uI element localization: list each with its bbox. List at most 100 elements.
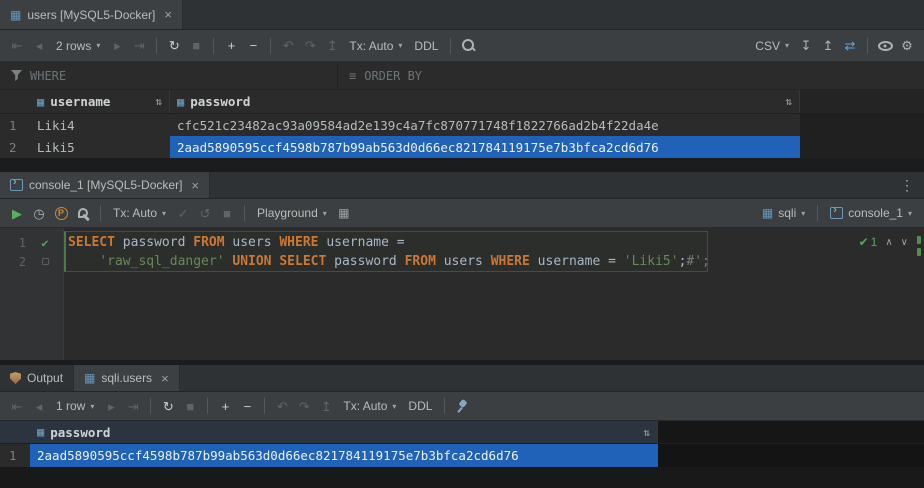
search-button[interactable] — [458, 36, 478, 56]
submit-button[interactable]: ↥ — [322, 36, 342, 56]
result-table-row[interactable]: 1 2aad5890595ccf4598b787b99ab563d0d66ec8… — [0, 444, 924, 467]
check-icon: ✔ — [859, 235, 869, 249]
ddl-label: DDL — [408, 399, 432, 413]
refresh-button[interactable]: ↻ — [158, 396, 178, 416]
table-row[interactable]: 2 Liki5 2aad5890595ccf4598b787b99ab563d0… — [0, 136, 924, 158]
cell-password[interactable]: cfc521c23482ac93a09584ad2e139c4a7fc87077… — [170, 114, 800, 136]
ide-window: ▦ users [MySQL5-Docker] × ⇤ ◂ 2 rows ▾ ▸… — [0, 0, 924, 488]
chevron-down-icon: ▾ — [908, 209, 912, 218]
add-row-button[interactable]: + — [221, 36, 241, 56]
commit-button[interactable]: ✓ — [173, 203, 193, 223]
history-button[interactable]: ◷ — [29, 203, 49, 223]
import-data-button[interactable]: ↥ — [818, 36, 838, 56]
stop-button[interactable]: ■ — [186, 36, 206, 56]
view-as-table-button[interactable]: ▦ — [334, 203, 354, 223]
console-tabbar: console_1 [MySQL5-Docker] × ⋮ — [0, 172, 924, 199]
line-number: 2 — [8, 255, 26, 269]
change-settings-button[interactable] — [73, 203, 93, 223]
tx-mode-dropdown[interactable]: Tx: Auto ▾ — [344, 36, 407, 56]
panel-splitter[interactable] — [0, 158, 924, 172]
empty-grid-area — [0, 467, 924, 488]
more-options-button[interactable]: ⋮ — [890, 172, 924, 198]
parameters-button[interactable] — [51, 203, 71, 223]
column-header-password[interactable]: ▦ password ⇅ — [30, 421, 658, 443]
tab-console-1[interactable]: console_1 [MySQL5-Docker] × — [0, 172, 210, 198]
row-count-dropdown[interactable]: 1 row ▾ — [51, 396, 99, 416]
cell-password-selected[interactable]: 2aad5890595ccf4598b787b99ab563d0d66ec821… — [170, 136, 800, 158]
column-header-password[interactable]: ▦ password ⇅ — [170, 90, 800, 113]
last-page-button[interactable]: ⇥ — [129, 36, 149, 56]
editor-line[interactable]: 1 ✔ SELECT password FROM users WHERE use… — [0, 233, 924, 252]
sort-lines-icon: ≡ — [349, 69, 356, 83]
tab-output[interactable]: Output — [0, 365, 74, 391]
add-row-button[interactable]: + — [215, 396, 235, 416]
console-icon — [830, 207, 843, 219]
prev-result-button[interactable]: ∧ — [885, 237, 892, 248]
sort-toggle-icon[interactable]: ⇅ — [155, 95, 162, 108]
ddl-button[interactable]: DDL — [409, 36, 443, 56]
tab-users-grid[interactable]: ▦ users [MySQL5-Docker] × — [0, 0, 183, 29]
parameters-icon — [55, 207, 68, 220]
playground-dropdown[interactable]: Playground ▾ — [252, 203, 332, 223]
session-dropdown[interactable]: console_1 ▾ — [825, 203, 917, 223]
console-icon — [10, 179, 23, 191]
close-icon[interactable]: × — [161, 371, 169, 386]
order-by-filter-field[interactable]: ≡ ORDER BY — [338, 62, 433, 89]
code-line[interactable]: 'raw_sql_danger' UNION SELECT password F… — [68, 254, 710, 269]
undo-button[interactable]: ↶ — [272, 396, 292, 416]
submit-button[interactable]: ↥ — [316, 396, 336, 416]
table-row[interactable]: 1 Liki4 cfc521c23482ac93a09584ad2e139c4a… — [0, 114, 924, 136]
sql-editor[interactable]: 1 ✔ SELECT password FROM users WHERE use… — [0, 228, 924, 360]
close-icon[interactable]: × — [164, 7, 172, 22]
delete-row-button[interactable]: − — [237, 396, 257, 416]
run-button[interactable]: ▶ — [7, 203, 27, 223]
view-options-button[interactable] — [875, 36, 895, 56]
sort-toggle-icon[interactable]: ⇅ — [785, 95, 792, 108]
console-toolbar: ▶ ◷ Tx: Auto ▾ ✓ ↺ ■ Playground ▾ ▦ ▦ sq… — [0, 199, 924, 228]
schema-dropdown[interactable]: ▦ sqli ▾ — [757, 203, 810, 223]
cell-value: 2aad5890595ccf4598b787b99ab563d0d66ec821… — [177, 140, 659, 155]
toolbar-separator — [270, 38, 271, 54]
stop-button[interactable]: ■ — [180, 396, 200, 416]
row-count-dropdown[interactable]: 2 rows ▾ — [51, 36, 105, 56]
redo-button[interactable]: ↷ — [300, 36, 320, 56]
error-stripe-mark[interactable] — [917, 236, 921, 244]
undo-button[interactable]: ↶ — [278, 36, 298, 56]
error-stripe-mark[interactable] — [917, 248, 921, 256]
code-line[interactable]: SELECT password FROM users WHERE usernam… — [68, 235, 405, 250]
editor-line[interactable]: 2 'raw_sql_danger' UNION SELECT password… — [0, 252, 924, 271]
next-page-button[interactable]: ▸ — [101, 396, 121, 416]
where-filter-field[interactable]: WHERE — [0, 62, 338, 89]
sort-toggle-icon[interactable]: ⇅ — [643, 426, 650, 439]
redo-button[interactable]: ↷ — [294, 396, 314, 416]
rollback-button[interactable]: ↺ — [195, 203, 215, 223]
pin-tab-button[interactable] — [452, 396, 472, 416]
prev-page-button[interactable]: ◂ — [29, 396, 49, 416]
last-page-button[interactable]: ⇥ — [123, 396, 143, 416]
close-icon[interactable]: × — [191, 178, 199, 193]
export-format-dropdown[interactable]: CSV ▾ — [750, 36, 794, 56]
ddl-button[interactable]: DDL — [403, 396, 437, 416]
tab-sqli-users[interactable]: ▦ sqli.users × — [74, 365, 180, 391]
export-data-button[interactable]: ↧ — [796, 36, 816, 56]
tx-mode-dropdown[interactable]: Tx: Auto ▾ — [338, 396, 401, 416]
cell-username[interactable]: Liki4 — [30, 114, 170, 136]
next-page-button[interactable]: ▸ — [107, 36, 127, 56]
tx-mode-dropdown[interactable]: Tx: Auto ▾ — [108, 203, 171, 223]
prev-page-button[interactable]: ◂ — [29, 36, 49, 56]
delete-row-button[interactable]: − — [243, 36, 263, 56]
first-page-button[interactable]: ⇤ — [7, 396, 27, 416]
stop-button[interactable]: ■ — [217, 203, 237, 223]
cell-password-selected[interactable]: 2aad5890595ccf4598b787b99ab563d0d66ec821… — [30, 444, 658, 467]
filter-bar: WHERE ≡ ORDER BY — [0, 62, 924, 90]
first-page-button[interactable]: ⇤ — [7, 36, 27, 56]
column-header-username[interactable]: ▦ username ⇅ — [30, 90, 170, 113]
settings-button[interactable]: ⚙ — [897, 36, 917, 56]
row-number-header — [0, 90, 30, 113]
transpose-button[interactable]: ⇄ — [840, 36, 860, 56]
next-result-button[interactable]: ∨ — [901, 237, 908, 248]
toolbar-separator — [100, 205, 101, 221]
where-label: WHERE — [30, 69, 66, 83]
refresh-button[interactable]: ↻ — [164, 36, 184, 56]
cell-username[interactable]: Liki5 — [30, 136, 170, 158]
